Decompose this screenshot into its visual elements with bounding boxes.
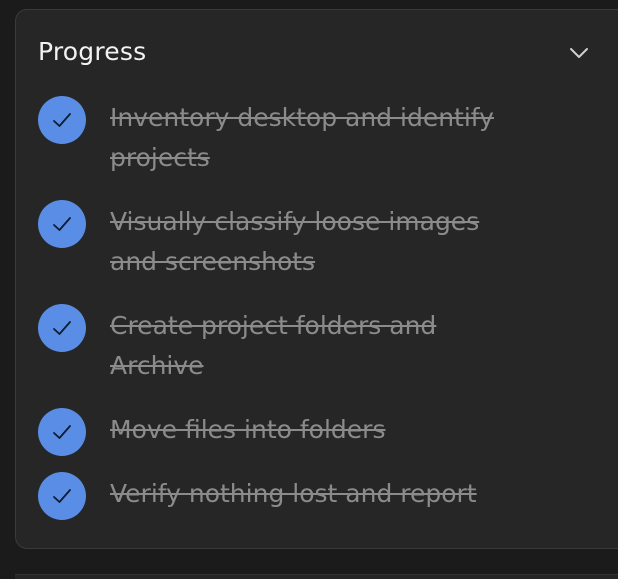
task-label: Verify nothing lost and report: [110, 479, 477, 508]
task-label: Create project folders and Archive: [110, 311, 437, 380]
task-label: Move files into folders: [110, 415, 386, 444]
progress-panel: Progress Inventory desktop and identify …: [15, 9, 618, 549]
task-label: Visually classify loose images and scree…: [110, 207, 480, 276]
panel-title: Progress: [38, 37, 147, 66]
checkmark-icon[interactable]: [38, 96, 86, 144]
checkmark-icon[interactable]: [38, 472, 86, 520]
task-label: Inventory desktop and identify projects: [110, 103, 494, 172]
checkmark-icon[interactable]: [38, 304, 86, 352]
panel-header[interactable]: Progress: [38, 36, 594, 72]
chevron-down-icon[interactable]: [566, 40, 592, 66]
checkmark-icon[interactable]: [38, 408, 86, 456]
checkmark-icon[interactable]: [38, 200, 86, 248]
next-panel-edge: [15, 574, 618, 579]
